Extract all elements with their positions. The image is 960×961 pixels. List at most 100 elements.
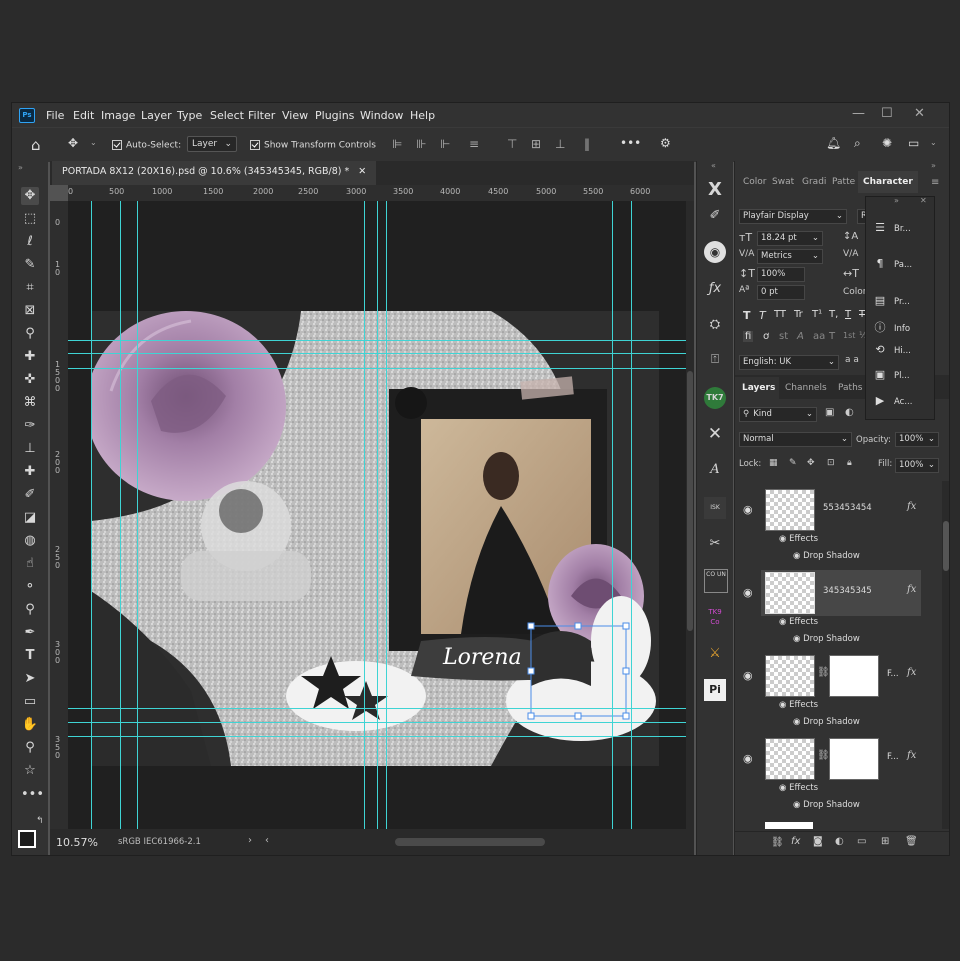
filter-adjustment-icon[interactable]: ◐ — [845, 407, 854, 418]
foreground-color-swatch[interactable] — [18, 830, 36, 848]
layer-row[interactable]: ◉ ⛓ F... fx ◉ Effects ◉ Drop Shadow — [735, 738, 942, 820]
menu-view[interactable]: View — [282, 109, 308, 122]
close-tab-icon[interactable]: ✕ — [358, 166, 366, 177]
effects-row[interactable]: ◉ Effects — [779, 534, 818, 544]
fill-field[interactable]: 100% ⌄ — [895, 458, 939, 473]
guide-line[interactable] — [377, 201, 378, 829]
scissors-plugin-icon[interactable]: ✂ — [704, 533, 726, 555]
close-icon[interactable]: ✕ — [920, 196, 927, 205]
drop-shadow-row[interactable]: ◉ Drop Shadow — [793, 551, 860, 561]
more-tools-icon[interactable]: ••• — [21, 786, 44, 804]
superscript-button[interactable]: T¹ — [812, 309, 822, 320]
move-tool-icon[interactable]: ✥ — [21, 187, 39, 205]
hand-tool-icon[interactable]: ✋ — [21, 716, 39, 734]
distribute-v-icon[interactable]: ‖ — [584, 137, 590, 151]
link-icon[interactable]: ⛓ — [817, 750, 830, 761]
tools-plugin-icon[interactable]: ⚔ — [704, 643, 726, 665]
drop-plugin-icon[interactable]: ◉ — [704, 241, 726, 263]
fx-icon[interactable]: fx — [907, 501, 916, 512]
chevron-down-icon[interactable]: ⌄ — [90, 138, 97, 147]
ordinals-button[interactable]: 1st — [843, 331, 855, 340]
guide-line[interactable] — [137, 201, 138, 829]
pi-plugin-icon[interactable]: Pi — [704, 679, 726, 701]
vertical-ruler[interactable]: 0 1 0 1 5 0 0 2 0 0 2 5 0 3 0 0 3 5 0 4 — [50, 201, 68, 839]
vertical-scale-field[interactable]: 100% — [757, 267, 805, 282]
scroll-left-icon[interactable]: ‹ — [265, 835, 269, 846]
fx-icon[interactable]: fx — [907, 584, 916, 595]
blend-mode-dropdown[interactable]: Normal ⌄ — [739, 432, 852, 447]
horizontal-scroll-thumb[interactable] — [395, 838, 545, 846]
lightbulb-icon[interactable]: ✺ — [882, 136, 892, 150]
frame-tool-icon[interactable]: ⊠ — [21, 302, 39, 320]
upload-plugin-icon[interactable]: ⍐ — [704, 349, 726, 371]
crop-tool-icon[interactable]: ⌗ — [21, 279, 39, 297]
effects-row[interactable]: ◉ Effects — [779, 617, 818, 627]
new-layer-icon[interactable]: ⊞ — [881, 836, 889, 847]
effects-row[interactable]: ◉ Effects — [779, 783, 818, 793]
auto-select-dropdown[interactable]: Layer ⌄ — [187, 136, 237, 152]
new-group-icon[interactable]: ▭ — [857, 836, 866, 847]
menu-filter[interactable]: Filter — [248, 109, 275, 122]
effects-row[interactable]: ◉ Effects — [779, 700, 818, 710]
close-icon[interactable]: ✕ — [914, 106, 925, 121]
type-tool-icon[interactable]: T — [21, 647, 39, 665]
eye-icon[interactable]: ◉ — [743, 503, 753, 516]
flyout-item-info[interactable]: ⓘ Info — [872, 319, 934, 335]
auto-select-checkbox[interactable]: Auto-Select: — [112, 140, 181, 151]
align-middle-v-icon[interactable]: ⊞ — [531, 137, 541, 151]
layer-name[interactable]: F... — [887, 669, 899, 679]
more-options-icon[interactable]: ••• — [620, 136, 641, 150]
move-tool-icon[interactable]: ✥ — [68, 136, 78, 150]
eye-icon[interactable]: ◉ — [779, 534, 786, 544]
menu-file[interactable]: File — [46, 109, 64, 122]
eyedropper-tool-icon[interactable]: ⚲ — [21, 325, 39, 343]
search-icon[interactable]: ⌕ — [854, 136, 861, 151]
dodge-tool-icon[interactable]: ⚬ — [21, 578, 39, 596]
eye-icon[interactable]: ◉ — [743, 669, 753, 682]
bell-icon[interactable]: 🔔︎ — [826, 136, 841, 150]
baseline-shift-field[interactable]: 0 pt — [757, 285, 805, 300]
fx-icon[interactable]: fx — [907, 750, 916, 761]
menu-help[interactable]: Help — [410, 109, 435, 122]
menu-image[interactable]: Image — [101, 109, 135, 122]
maximize-icon[interactable]: ☐ — [881, 106, 893, 121]
patch-tool-icon[interactable]: ⌘ — [21, 394, 39, 412]
faux-bold-button[interactable]: T — [743, 309, 751, 322]
faux-italic-button[interactable]: T — [759, 309, 766, 322]
align-center-h-icon[interactable]: ⊪ — [416, 137, 426, 151]
align-right-icon[interactable]: ⊩ — [440, 137, 450, 151]
link-icon[interactable]: ⛓ — [817, 667, 830, 678]
old-style-button[interactable]: ơ — [763, 331, 769, 342]
panel-menu-icon[interactable]: ≡ — [931, 177, 939, 188]
pasteboard[interactable]: Lorena — [68, 201, 686, 829]
layer-mask-thumbnail[interactable] — [829, 655, 879, 697]
filter-image-icon[interactable]: ▣ — [825, 407, 834, 418]
layer-row-selected[interactable]: ◉ 345345345 fx ◉ Effects ◉ Drop Shadow — [735, 570, 942, 654]
font-size-field[interactable]: 18.24 pt ⌄ — [757, 231, 823, 246]
menu-edit[interactable]: Edit — [73, 109, 94, 122]
discretionary-lig-button[interactable]: st — [779, 331, 788, 342]
coun-plugin-icon[interactable]: CO UN — [704, 569, 728, 593]
history-brush-icon[interactable]: ✐ — [21, 486, 39, 504]
rectangle-tool-icon[interactable]: ▭ — [21, 693, 39, 711]
stamp-plugin-icon[interactable]: ⛭ — [704, 314, 726, 336]
stamp-tool-icon[interactable]: ⊥ — [21, 440, 39, 458]
tab-patterns[interactable]: Patte — [832, 177, 855, 187]
layer-row[interactable]: ◉ 553453454 fx ◉ Effects ◉ Drop Shadow — [735, 489, 942, 571]
tab-paths[interactable]: Paths — [838, 383, 862, 393]
zoom-tool-icon[interactable]: ⚲ — [21, 739, 39, 757]
burn-tool-icon[interactable]: ⚲ — [21, 601, 39, 619]
collapse-icon[interactable]: « — [711, 161, 716, 170]
tk7-plugin-icon[interactable]: TK7 — [704, 387, 726, 409]
distribute-icon[interactable]: ≡ — [469, 137, 479, 151]
tab-character[interactable]: Character — [858, 171, 918, 193]
isk-plugin-icon[interactable]: ISK — [704, 497, 726, 519]
delete-layer-icon[interactable]: 🗑︎ — [905, 836, 918, 847]
quick-select-tool-icon[interactable]: ✎ — [21, 256, 39, 274]
guide-line[interactable] — [68, 340, 686, 341]
guide-line[interactable] — [68, 368, 686, 369]
all-caps-button[interactable]: TT — [774, 309, 786, 320]
stylistic-alternates-button[interactable]: aa — [813, 331, 825, 342]
guide-line[interactable] — [68, 708, 686, 709]
align-top-icon[interactable]: ⊤ — [507, 137, 517, 151]
